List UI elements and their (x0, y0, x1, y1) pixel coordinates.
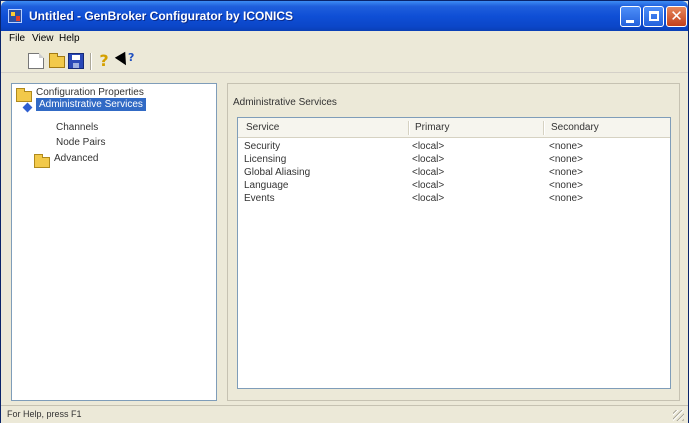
window-title: Untitled - GenBroker Configurator by ICO… (29, 9, 294, 23)
tree-item-label: Node Pairs (56, 137, 106, 148)
toolbar: ? ? (1, 49, 688, 73)
configuration-tree[interactable]: Configuration Properties Administrative … (11, 83, 217, 401)
table-row[interactable]: Events <local> <none> (238, 193, 670, 205)
menu-help[interactable]: Help (59, 33, 80, 44)
title-bar[interactable]: Untitled - GenBroker Configurator by ICO… (1, 1, 688, 31)
help-icon[interactable]: ? (97, 53, 111, 69)
table-row[interactable]: Global Aliasing <local> <none> (238, 167, 670, 179)
table-row[interactable]: Security <local> <none> (238, 141, 670, 153)
folder-open-icon (16, 88, 32, 102)
cell-service: Security (244, 141, 281, 152)
cell-service: Events (244, 193, 275, 204)
whats-this-help-icon[interactable]: ? (114, 51, 137, 69)
tree-item-label: Channels (56, 122, 99, 133)
column-header-primary[interactable]: Primary (415, 122, 449, 133)
app-icon[interactable] (8, 9, 22, 23)
maximize-icon (649, 11, 659, 21)
status-text: For Help, press F1 (7, 409, 82, 419)
cell-secondary: <none> (549, 193, 583, 204)
list-header: Service Primary Secondary (238, 118, 670, 138)
resize-grip-icon[interactable] (673, 410, 684, 421)
cell-primary: <local> (412, 141, 445, 152)
cell-secondary: <none> (549, 167, 583, 178)
cell-service: Language (244, 180, 289, 191)
column-header-secondary[interactable]: Secondary (551, 122, 599, 133)
tree-item-administrative-services[interactable]: Administrative Services (36, 98, 146, 113)
tree-item-channels[interactable]: Channels (56, 122, 98, 136)
menu-bar: File View Help (1, 31, 688, 49)
minimize-button[interactable] (620, 6, 641, 27)
toolbar-separator (90, 53, 92, 70)
close-icon: ✕ (670, 7, 683, 25)
cell-primary: <local> (412, 154, 445, 165)
cell-service: Global Aliasing (244, 167, 311, 178)
tree-item-node-pairs[interactable]: Node Pairs (56, 137, 105, 151)
open-folder-icon[interactable] (49, 53, 65, 68)
tree-item-advanced[interactable]: Advanced (54, 153, 98, 167)
main-window: Untitled - GenBroker Configurator by ICO… (0, 0, 689, 423)
save-icon[interactable] (68, 53, 84, 69)
cell-primary: <local> (412, 180, 445, 191)
minimize-icon (626, 20, 634, 23)
maximize-button[interactable] (643, 6, 664, 27)
cell-primary: <local> (412, 167, 445, 178)
status-bar: For Help, press F1 (1, 405, 688, 423)
tree-item-label: Configuration Properties (36, 87, 144, 98)
column-divider[interactable] (408, 121, 410, 135)
table-row[interactable]: Language <local> <none> (238, 180, 670, 192)
cell-secondary: <none> (549, 180, 583, 191)
cell-secondary: <none> (549, 154, 583, 165)
menu-file[interactable]: File (9, 33, 25, 44)
cell-primary: <local> (412, 193, 445, 204)
question-mark-icon: ? (128, 51, 135, 64)
services-list[interactable]: Service Primary Secondary Security <loca… (237, 117, 671, 389)
service-node-icon (22, 102, 33, 113)
cell-secondary: <none> (549, 141, 583, 152)
menu-view[interactable]: View (32, 33, 54, 44)
panel-title: Administrative Services (233, 97, 337, 108)
cell-service: Licensing (244, 154, 287, 165)
column-divider[interactable] (543, 121, 545, 135)
close-button[interactable]: ✕ (666, 6, 687, 27)
new-document-icon[interactable] (28, 53, 44, 69)
column-header-service[interactable]: Service (246, 122, 279, 133)
table-row[interactable]: Licensing <local> <none> (238, 154, 670, 166)
tree-item-label: Administrative Services (36, 98, 146, 111)
folder-icon (34, 154, 50, 168)
tree-item-label: Advanced (54, 153, 99, 164)
